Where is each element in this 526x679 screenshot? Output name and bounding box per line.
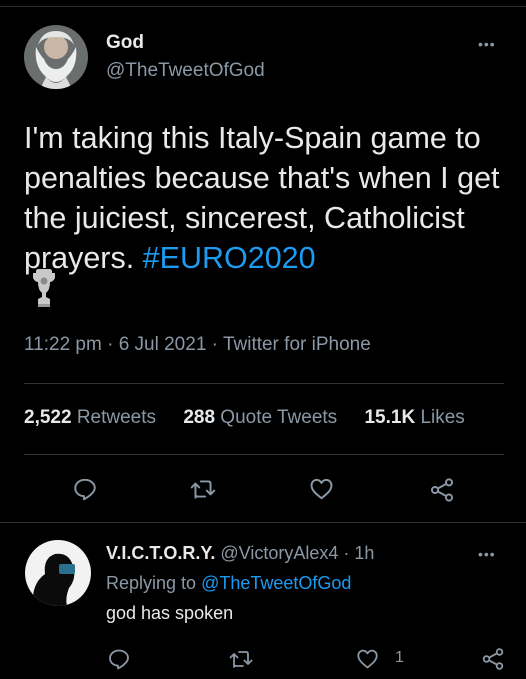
reply-text: god has spoken: [106, 603, 234, 623]
tweet-stats: 2,522 Retweets 288 Quote Tweets 15.1K Li…: [24, 407, 465, 429]
reply-author-handle[interactable]: @VictoryAlex4: [220, 543, 338, 563]
reply-like-count: 1: [395, 649, 404, 666]
hashtag-link[interactable]: #EURO2020: [143, 241, 316, 275]
divider: [24, 383, 504, 384]
tweet-date[interactable]: 6 Jul 2021: [119, 334, 207, 355]
divider: [24, 454, 504, 455]
like-icon[interactable]: [308, 476, 335, 502]
meta-separator: ·: [107, 334, 114, 355]
reply-divider: [0, 522, 526, 523]
tweet-text: I'm taking this Italy-Spain game to pena…: [24, 118, 514, 278]
reply-retweet-icon[interactable]: [228, 647, 254, 671]
reply-separator: ·: [343, 543, 350, 563]
reply-author-avatar[interactable]: [25, 540, 91, 606]
reply-share-icon[interactable]: [480, 646, 506, 672]
reply-author: V.I.C.T.O.R.Y. @VictoryAlex4 · 1h: [106, 543, 374, 564]
reply-author-name[interactable]: V.I.C.T.O.R.Y.: [106, 543, 215, 563]
replying-to: Replying to @TheTweetOfGod: [106, 573, 351, 594]
quote-tweets-stat[interactable]: 288 Quote Tweets: [183, 407, 337, 429]
tweet-source[interactable]: Twitter for iPhone: [223, 334, 371, 355]
reply-more-icon[interactable]: •••: [478, 546, 496, 562]
likes-stat[interactable]: 15.1K Likes: [364, 407, 464, 429]
retweets-stat[interactable]: 2,522 Retweets: [24, 407, 156, 429]
tweet-meta: 11:22 pm · 6 Jul 2021 · Twitter for iPho…: [24, 334, 371, 356]
author-avatar[interactable]: [24, 25, 88, 89]
reply-like-icon[interactable]: [355, 647, 380, 671]
more-icon[interactable]: •••: [478, 36, 496, 52]
author-name[interactable]: God: [106, 32, 144, 54]
meta-separator: ·: [211, 334, 218, 355]
trophy-icon: [32, 268, 56, 313]
top-divider: [0, 6, 526, 7]
tweet-time[interactable]: 11:22 pm: [24, 334, 102, 355]
replying-to-handle[interactable]: @TheTweetOfGod: [201, 573, 351, 593]
retweet-icon[interactable]: [189, 476, 217, 502]
reply-reply-icon[interactable]: [107, 647, 131, 671]
reply-icon[interactable]: [72, 476, 98, 502]
author-handle[interactable]: @TheTweetOfGod: [106, 60, 265, 82]
share-icon[interactable]: [428, 476, 456, 504]
replying-prefix: Replying to: [106, 573, 197, 593]
reply-time[interactable]: 1h: [354, 543, 374, 563]
